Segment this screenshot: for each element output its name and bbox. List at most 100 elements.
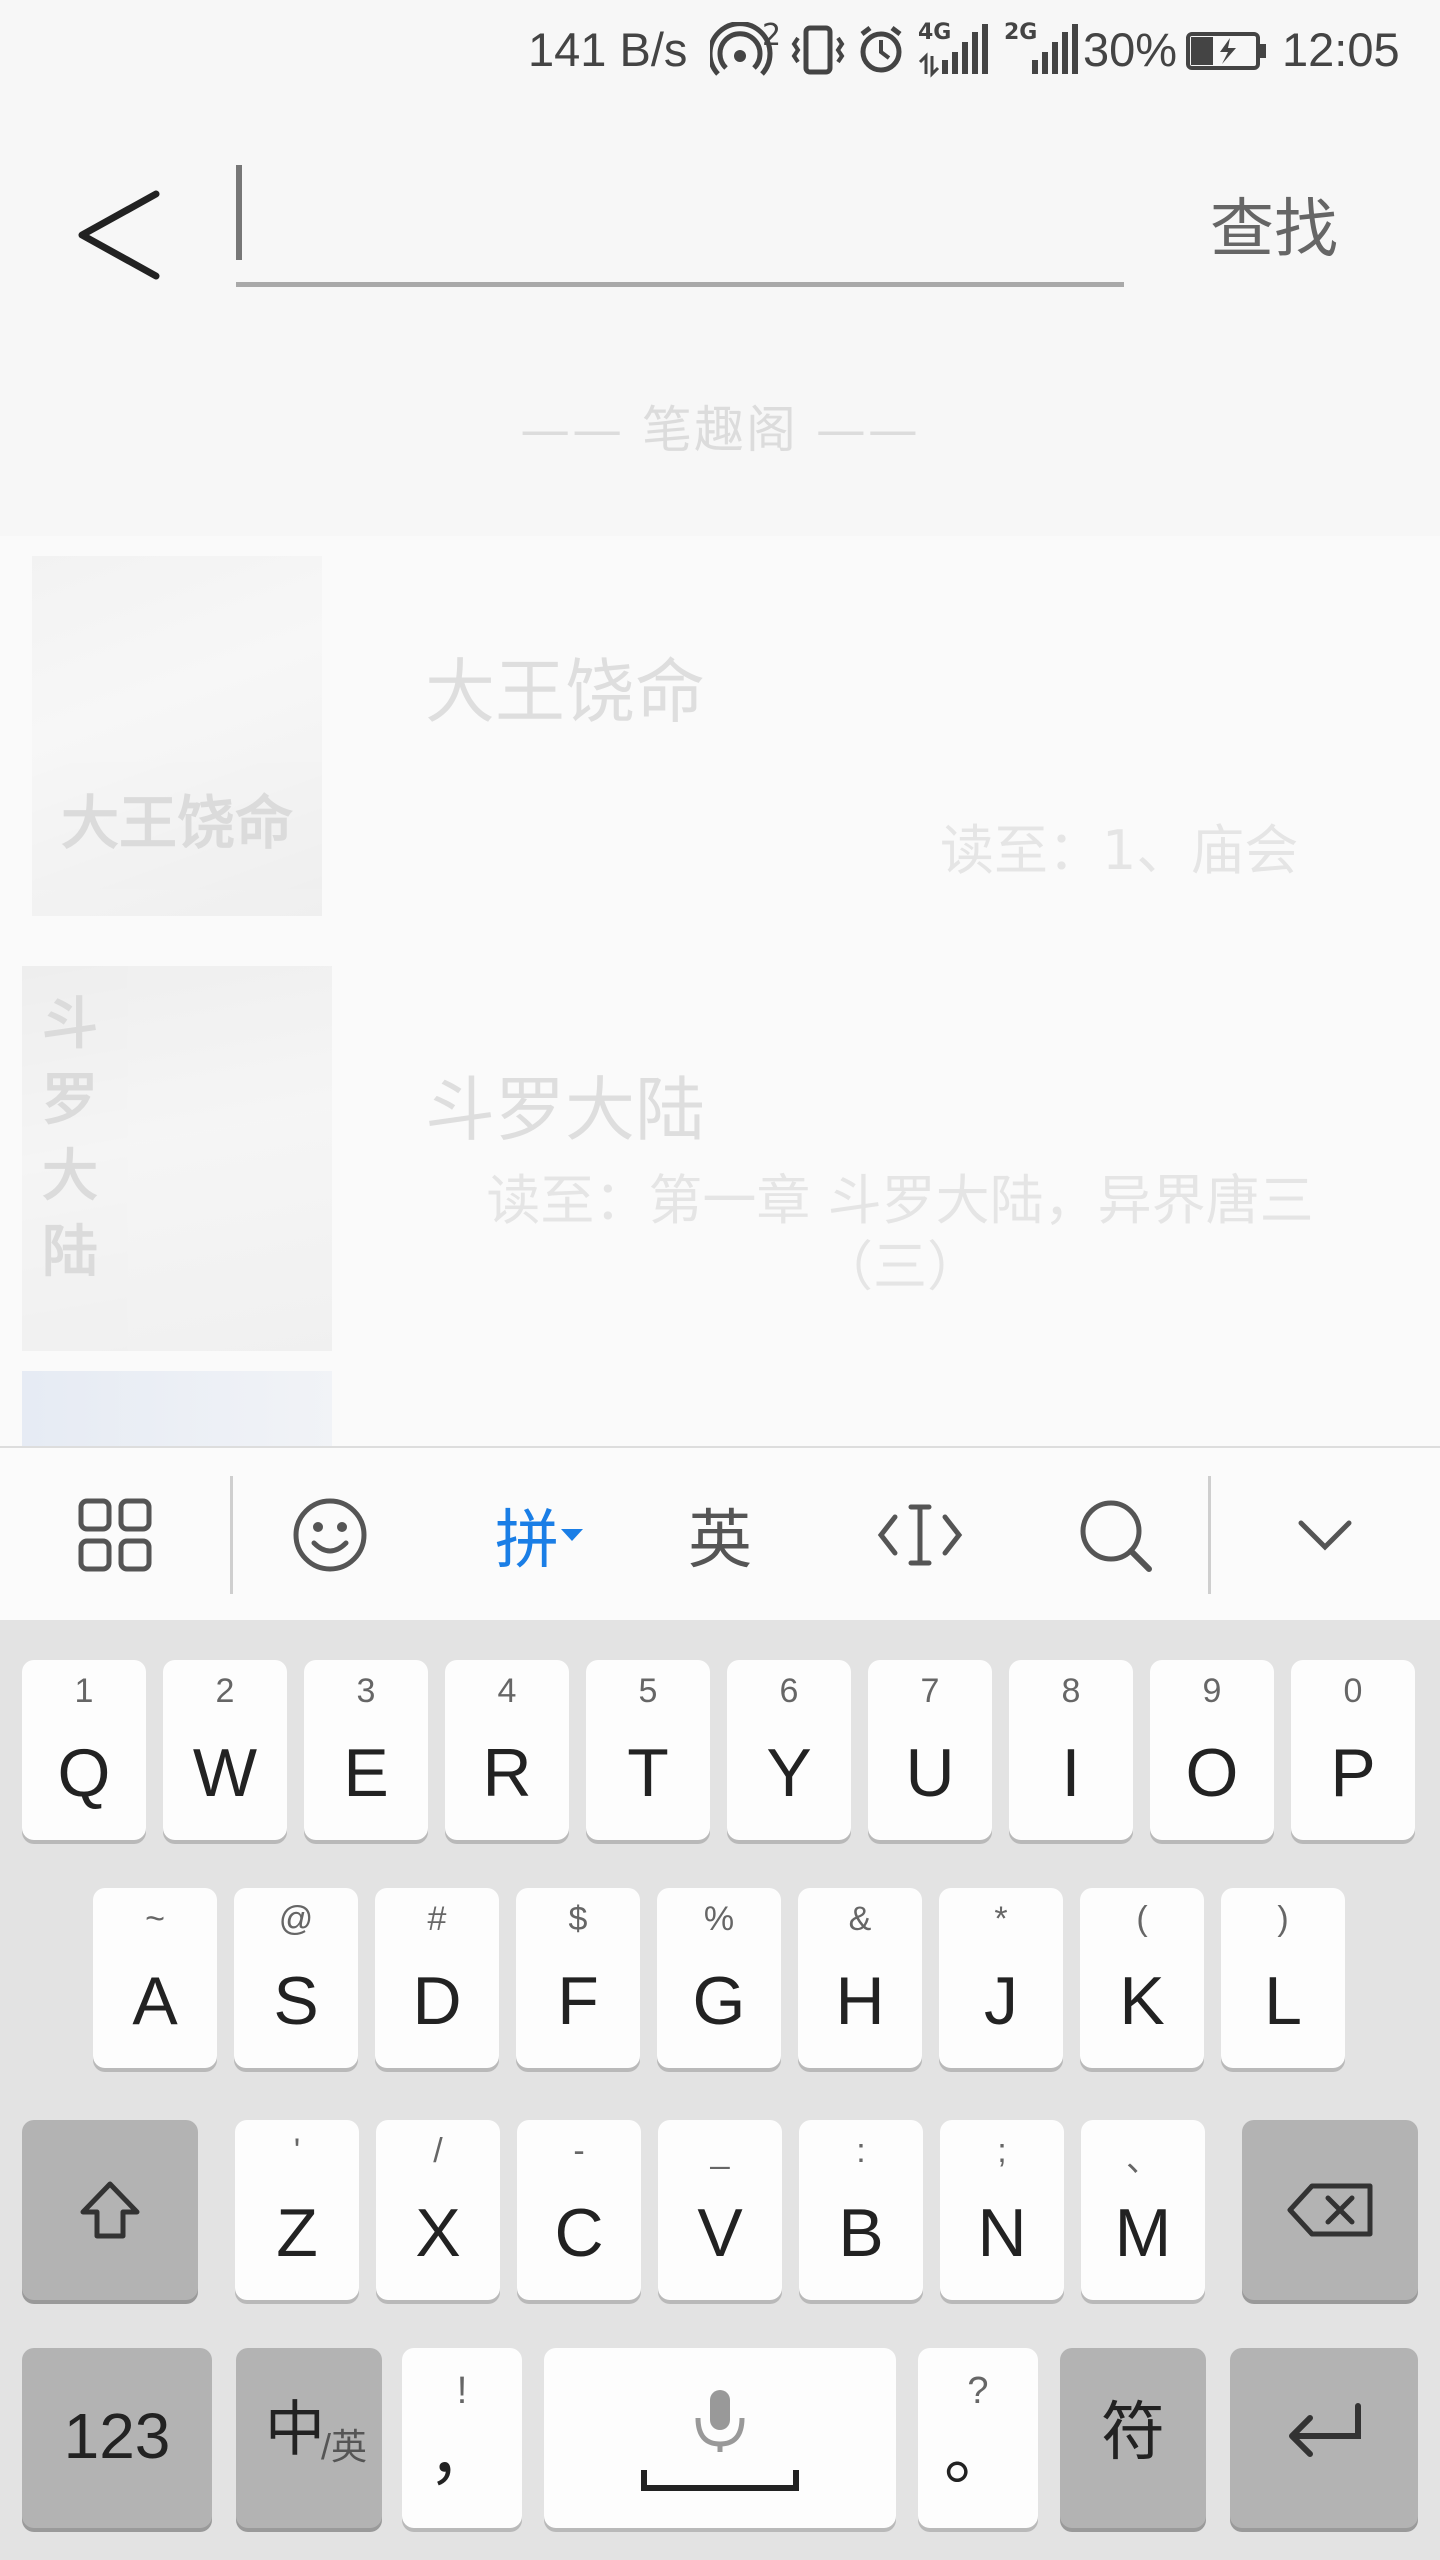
key-secondary-label: 3 [356,1672,376,1710]
hotspot-badge: 2 [762,18,782,53]
pinyin-mode-button[interactable]: 拼 [470,1448,610,1622]
shift-arrow-icon [80,2181,140,2239]
key-r[interactable]: 4R [445,1660,569,1840]
enter-key[interactable] [1230,2348,1418,2528]
list-item[interactable]: 大王饶命 大王饶命 读至：1、庙会 [0,536,1440,936]
emoji-button[interactable] [270,1448,390,1622]
book-progress: 读至：1、庙会 [940,819,1299,882]
alarm-icon [860,26,902,73]
search-button[interactable]: 查找 [1210,178,1338,270]
key-secondary-label: ' [293,2132,301,2170]
key-secondary-label: 9 [1202,1672,1222,1710]
space-key[interactable] [544,2348,896,2528]
key-secondary-label: 8 [1061,1672,1081,1710]
key-p[interactable]: 0P [1291,1660,1415,1840]
apps-grid-button[interactable] [50,1448,180,1622]
key-j[interactable]: * J [939,1888,1063,2068]
english-mode-button[interactable]: 英 [660,1448,780,1622]
key-label: L [1264,1963,1302,2039]
period-key[interactable]: ? 。 [918,2348,1038,2528]
key-secondary-label: ) [1277,1900,1289,1938]
key-a[interactable]: ~ A [93,1888,217,2068]
key-secondary-label: * [994,1900,1008,1938]
cursor-move-button[interactable] [855,1448,985,1622]
key-i[interactable]: 8I [1009,1660,1133,1840]
vibrate-icon [791,25,845,75]
symbols-key[interactable]: 符 [1060,2348,1206,2528]
list-item[interactable]: 斗罗大陆 斗罗大陆 读至：第一章 斗罗大陆，异界唐三（三） [0,936,1440,1351]
search-icon [1080,1500,1152,1572]
key-secondary-label: 2 [215,1672,235,1710]
hide-keyboard-button[interactable] [1260,1448,1390,1622]
key-t[interactable]: 5T [586,1660,710,1840]
battery-charging-icon [1186,32,1266,70]
key-g[interactable]: % G [657,1888,781,2068]
key-label: O [1185,1735,1239,1811]
key-secondary-label: 0 [1343,1672,1363,1710]
book-cover [22,1371,332,1446]
key-e[interactable]: 3E [304,1660,428,1840]
numbers-key[interactable]: 123 [22,2348,212,2528]
book-title: 大王饶命 [425,651,705,733]
backspace-icon [1287,2183,1373,2237]
key-l[interactable]: ) L [1221,1888,1345,2068]
key-secondary-label: 、 [1126,2141,1160,2179]
key-n[interactable]: ; N [940,2120,1064,2300]
key-h[interactable]: & H [798,1888,922,2068]
key-label: G [692,1963,746,2039]
key-label: Z [276,2195,318,2271]
english-label: 英 [688,1504,752,1578]
key-secondary-label: 6 [779,1672,799,1710]
key-k[interactable]: (K [1080,1888,1204,2068]
key-secondary-label: ~ [145,1900,165,1938]
search-key-button[interactable] [1050,1448,1180,1622]
key-w[interactable]: 2W [163,1660,287,1840]
key-label: U [905,1735,955,1811]
key-v[interactable]: _ V [658,2120,782,2300]
key-z[interactable]: ' Z [235,2120,359,2300]
key-label: F [557,1963,599,2039]
key-secondary-label: # [427,1900,447,1938]
key-secondary-label: : [856,2132,866,2170]
text-cursor [236,165,242,260]
key-secondary-label: - [573,2132,585,2170]
key-m[interactable]: 、 M [1081,2120,1205,2300]
key-s[interactable]: @ S [234,1888,358,2068]
grid-icon [78,1498,152,1572]
network-speed: 141 B/s [528,23,688,76]
key-label: V [697,2195,743,2271]
key-c[interactable]: -C [517,2120,641,2300]
key-q[interactable]: 1Q [22,1660,146,1840]
key-x[interactable]: / X [376,2120,500,2300]
key-b[interactable]: :B [799,2120,923,2300]
key-o[interactable]: 9O [1150,1660,1274,1840]
key-label: X [415,2195,461,2271]
key-secondary-label: / [433,2132,443,2170]
shift-key[interactable] [22,2120,198,2300]
book-title: 斗罗大陆 [425,1069,705,1151]
bookshelf-list: 大王饶命 大王饶命 读至：1、庙会 斗罗大陆 斗罗大陆 读至：第一章 斗罗大陆，… [0,536,1440,1446]
space-bar-icon [641,2470,799,2491]
language-switch-key[interactable]: 中 /英 [236,2348,382,2528]
key-label: K [1119,1963,1165,2039]
key-y[interactable]: 6Y [727,1660,851,1840]
key-d[interactable]: # D [375,1888,499,2068]
key-label: J [984,1963,1018,2039]
key-label: E [343,1735,389,1811]
key-label: I [1061,1735,1081,1811]
backspace-key[interactable] [1242,2120,1418,2300]
key-f[interactable]: $ F [516,1888,640,2068]
comma-key[interactable]: ! ， [402,2348,522,2528]
key-label: P [1330,1735,1376,1811]
key-label: C [554,2195,604,2271]
battery-percent: 30% [1083,23,1178,76]
key-u[interactable]: 7U [868,1660,992,1840]
enter-arrow-icon [1289,2403,1361,2457]
key-secondary-label: 4 [497,1672,517,1710]
key-secondary-label: ( [1136,1900,1148,1938]
key-secondary-label: ; [997,2132,1007,2170]
search-input[interactable] [236,160,1124,287]
key-secondary-label: $ [568,1900,588,1938]
back-arrow-icon[interactable] [70,180,170,290]
key-label: D [412,1963,462,2039]
